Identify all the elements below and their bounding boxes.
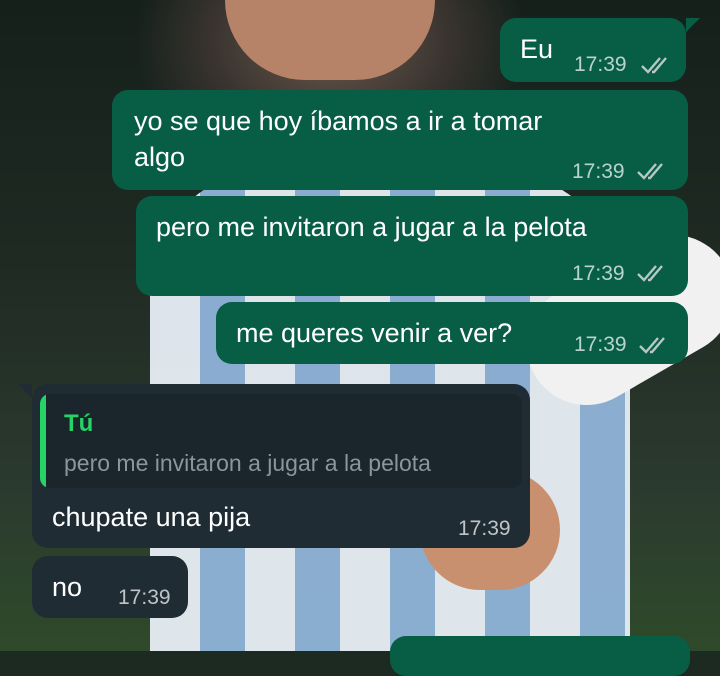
message-time: 17:39 [574,53,627,76]
message-bubble-outgoing[interactable]: yo se que hoy íbamos a ir a tomar algo 1… [112,90,688,190]
message-text: pero me invitaron a jugar a la pelota [156,212,587,242]
reply-accent-bar [40,394,46,488]
message-text-line: yo se que hoy íbamos a ir a tomar [134,106,543,136]
message-bubble-incoming[interactable]: Tú pero me invitaron a jugar a la pelota… [32,384,530,548]
read-icon [637,265,663,282]
message-time: 17:39 [572,160,625,183]
reply-preview-text: pero me invitaron a jugar a la pelota [64,450,431,476]
message-time: 17:39 [118,586,171,609]
message-time: 17:39 [572,262,625,285]
message-time: 17:39 [458,517,511,540]
quoted-reply[interactable]: Tú pero me invitaron a jugar a la pelota [40,394,522,488]
bubble-tail [686,18,700,32]
message-bubble-outgoing-partial[interactable] [390,636,690,676]
message-text-line: algo [134,142,186,172]
message-bubble-incoming[interactable]: no 17:39 [32,556,188,618]
read-icon [637,163,663,180]
read-icon [639,337,665,354]
message-bubble-outgoing[interactable]: pero me invitaron a jugar a la pelota 17… [136,196,688,296]
wallpaper-photo-face [225,0,435,80]
message-text: no [52,572,83,602]
message-text: me queres venir a ver? [236,318,513,348]
read-icon [641,57,667,74]
message-time: 17:39 [574,333,627,356]
reply-sender-name: Tú [64,410,94,437]
bubble-tail [18,384,32,398]
message-text: chupate una pija [52,502,251,532]
message-bubble-outgoing[interactable]: me queres venir a ver? 17:39 [216,302,688,364]
message-bubble-outgoing[interactable]: Eu 17:39 [500,18,686,82]
message-text: Eu [520,34,554,64]
